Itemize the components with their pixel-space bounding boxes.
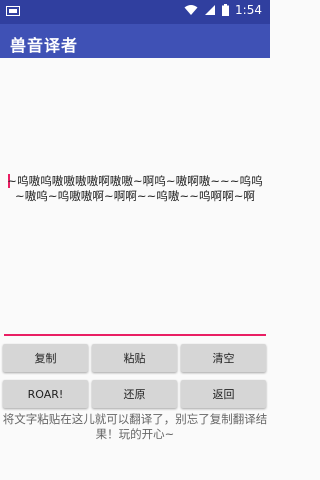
roar-button[interactable]: ROAR! (3, 380, 88, 408)
paste-button[interactable]: 粘贴 (92, 344, 177, 372)
app-title: 兽音译者 (10, 36, 79, 55)
wifi-icon (184, 5, 198, 15)
sim-card-icon (6, 6, 20, 16)
app-bar: 兽音译者 (0, 24, 270, 58)
hint-text: 将文字粘贴在这儿就可以翻译了，别忘了复制翻译结果！玩的开心~ (2, 412, 268, 441)
text-input[interactable]: ~呜嗷呜嗷嗷嗷嗷啊嗷嗷~啊呜~嗷啊嗷~~~呜呜~嗷呜~呜嗷嗷啊~啊啊~~呜嗷~~… (4, 60, 266, 336)
clear-button[interactable]: 清空 (181, 344, 266, 372)
signal-icon (205, 5, 216, 15)
status-icons: 1:54 (184, 3, 262, 17)
copy-button[interactable]: 复制 (3, 344, 88, 372)
battery-icon (222, 4, 230, 16)
restore-button[interactable]: 还原 (92, 380, 177, 408)
input-underline (4, 334, 266, 336)
status-time: 1:54 (235, 3, 262, 17)
back-button[interactable]: 返回 (181, 380, 266, 408)
status-bar: 1:54 (0, 0, 270, 24)
input-text: ~呜嗷呜嗷嗷嗷嗷啊嗷嗷~啊呜~嗷啊嗷~~~呜呜~嗷呜~呜嗷嗷啊~啊啊~~呜嗷~~… (7, 174, 263, 203)
